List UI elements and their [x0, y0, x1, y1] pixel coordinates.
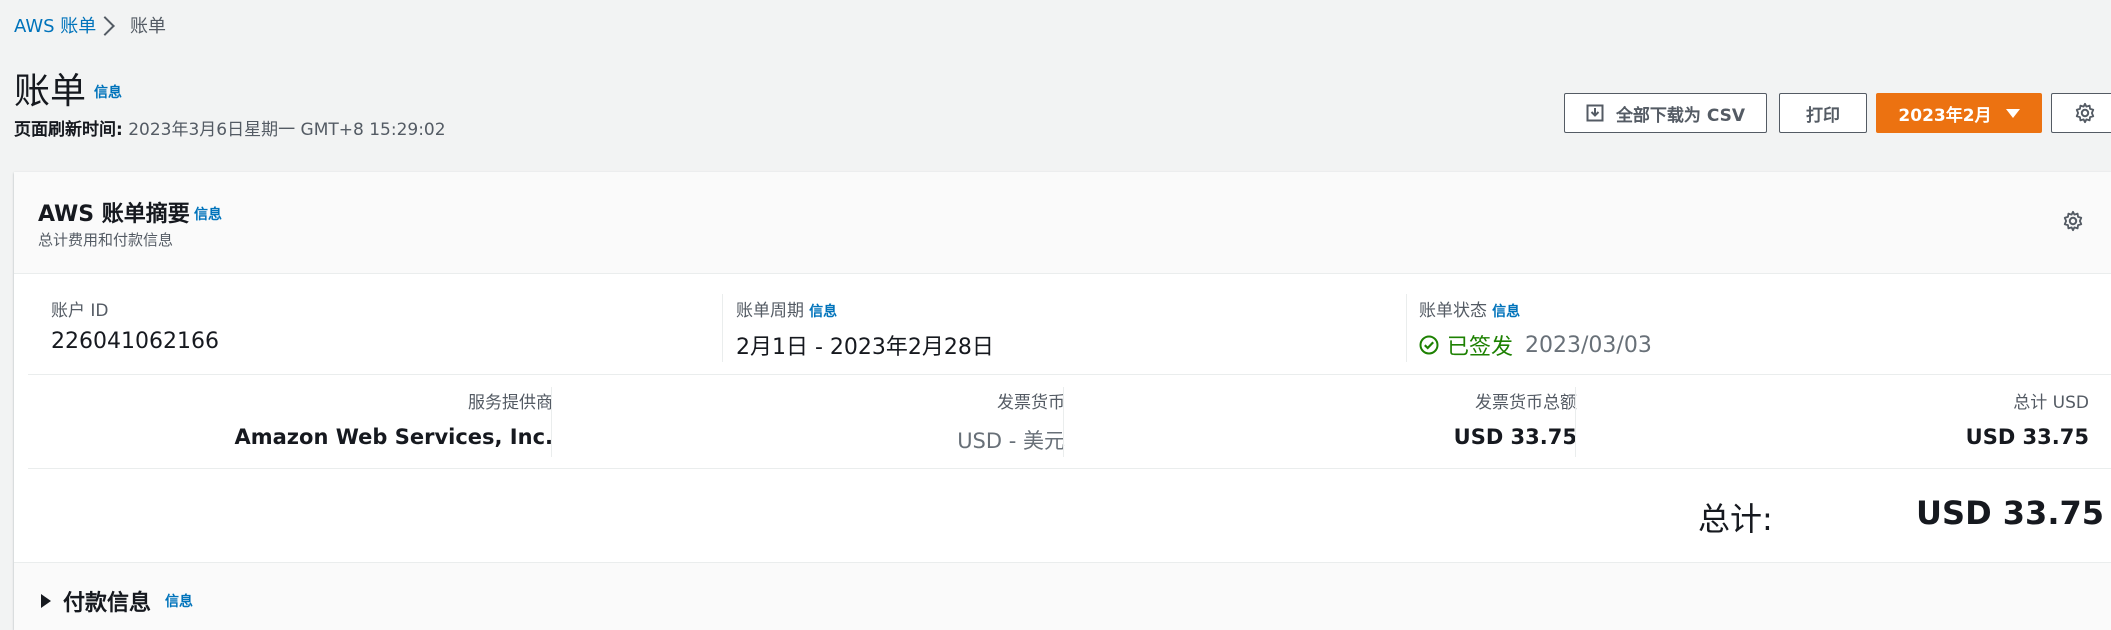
- payment-info-title: 付款信息: [63, 591, 152, 616]
- row-divider: [28, 374, 2111, 375]
- breadcrumb-link-aws-billing[interactable]: AWS 账单: [14, 12, 96, 38]
- bill-status-value: 已签发: [1447, 335, 1514, 360]
- payment-info-link[interactable]: 信息: [165, 591, 193, 611]
- billing-period-label: 账单周期: [736, 301, 804, 321]
- refresh-value: 2023年3月6日星期一 GMT+8 15:29:02: [128, 120, 446, 140]
- print-button[interactable]: 打印: [1779, 93, 1867, 133]
- page-info-link[interactable]: 信息: [94, 82, 122, 102]
- billing-period-info-link[interactable]: 信息: [809, 304, 837, 320]
- invoice-currency-value: USD - 美元: [957, 429, 1065, 453]
- billing-period-label-group: 账单周期 信息: [736, 296, 837, 321]
- bill-summary-card: AWS 账单摘要 信息 总计费用和付款信息 账户 ID 226041062166…: [14, 172, 2111, 630]
- divider: [1406, 294, 1407, 362]
- divider: [1063, 387, 1064, 457]
- billing-period-value: 2月1日 - 2023年2月28日: [736, 335, 994, 360]
- summary-title: AWS 账单摘要: [38, 202, 190, 227]
- refresh-time: 页面刷新时间: 2023年3月6日星期一 GMT+8 15:29:02: [14, 115, 446, 140]
- divider: [722, 294, 723, 362]
- print-label: 打印: [1806, 105, 1840, 126]
- divider: [1575, 387, 1576, 457]
- breadcrumb-current: 账单: [130, 16, 166, 37]
- download-csv-label: 全部下载为 CSV: [1615, 105, 1746, 126]
- page-title: 账单: [14, 71, 87, 112]
- bill-status-info-link[interactable]: 信息: [1492, 304, 1520, 320]
- provider-label: 服务提供商: [468, 393, 553, 413]
- bill-status: 已签发 2023/03/03: [1419, 329, 1652, 361]
- provider-cell: 服务提供商 Amazon Web Services, Inc.: [28, 388, 554, 449]
- download-icon: [1586, 104, 1604, 122]
- card-settings-gear-icon[interactable]: [2062, 210, 2084, 232]
- bill-status-label: 账单状态: [1419, 301, 1487, 321]
- refresh-label: 页面刷新时间:: [14, 120, 123, 140]
- grand-total-label: 总计:: [1698, 500, 1773, 538]
- invoice-total-cell: 发票货币总额 USD 33.75: [1078, 388, 1577, 449]
- account-id-label: 账户 ID: [51, 301, 109, 321]
- caret-down-icon: [2005, 108, 2020, 118]
- card-header: [14, 172, 2111, 274]
- summary-info-link[interactable]: 信息: [194, 204, 222, 224]
- bill-status-date: 2023/03/03: [1525, 332, 1652, 358]
- chevron-right-icon: [95, 16, 115, 36]
- grand-total-value: USD 33.75: [1916, 494, 2104, 532]
- total-usd-value: USD 33.75: [1965, 425, 2089, 449]
- provider-value: Amazon Web Services, Inc.: [234, 425, 554, 449]
- invoice-currency-label: 发票货币: [997, 393, 1065, 413]
- download-csv-button[interactable]: 全部下载为 CSV: [1564, 93, 1767, 133]
- invoice-currency-cell: 发票货币 USD - 美元: [566, 388, 1065, 455]
- caret-right-icon: [41, 594, 51, 608]
- payment-info-toggle[interactable]: 付款信息 信息: [41, 585, 193, 617]
- gear-icon: [2075, 102, 2095, 124]
- billing-period-dropdown[interactable]: 2023年2月: [1876, 93, 2042, 133]
- period-selector-label: 2023年2月: [1898, 105, 1992, 126]
- account-id-value: 226041062166: [51, 329, 219, 354]
- preferences-button[interactable]: [2051, 93, 2111, 133]
- total-usd-cell: 总计 USD USD 33.75: [1590, 388, 2089, 449]
- divider: [551, 387, 552, 457]
- bill-status-label-group: 账单状态 信息: [1419, 296, 1520, 321]
- row-divider: [28, 468, 2111, 469]
- payment-info-section: [14, 562, 2111, 630]
- summary-subtitle: 总计费用和付款信息: [38, 231, 174, 249]
- invoice-total-label: 发票货币总额: [1475, 393, 1577, 413]
- total-usd-label: 总计 USD: [2013, 393, 2089, 413]
- status-success-icon: [1419, 335, 1439, 355]
- invoice-total-value: USD 33.75: [1453, 425, 1577, 449]
